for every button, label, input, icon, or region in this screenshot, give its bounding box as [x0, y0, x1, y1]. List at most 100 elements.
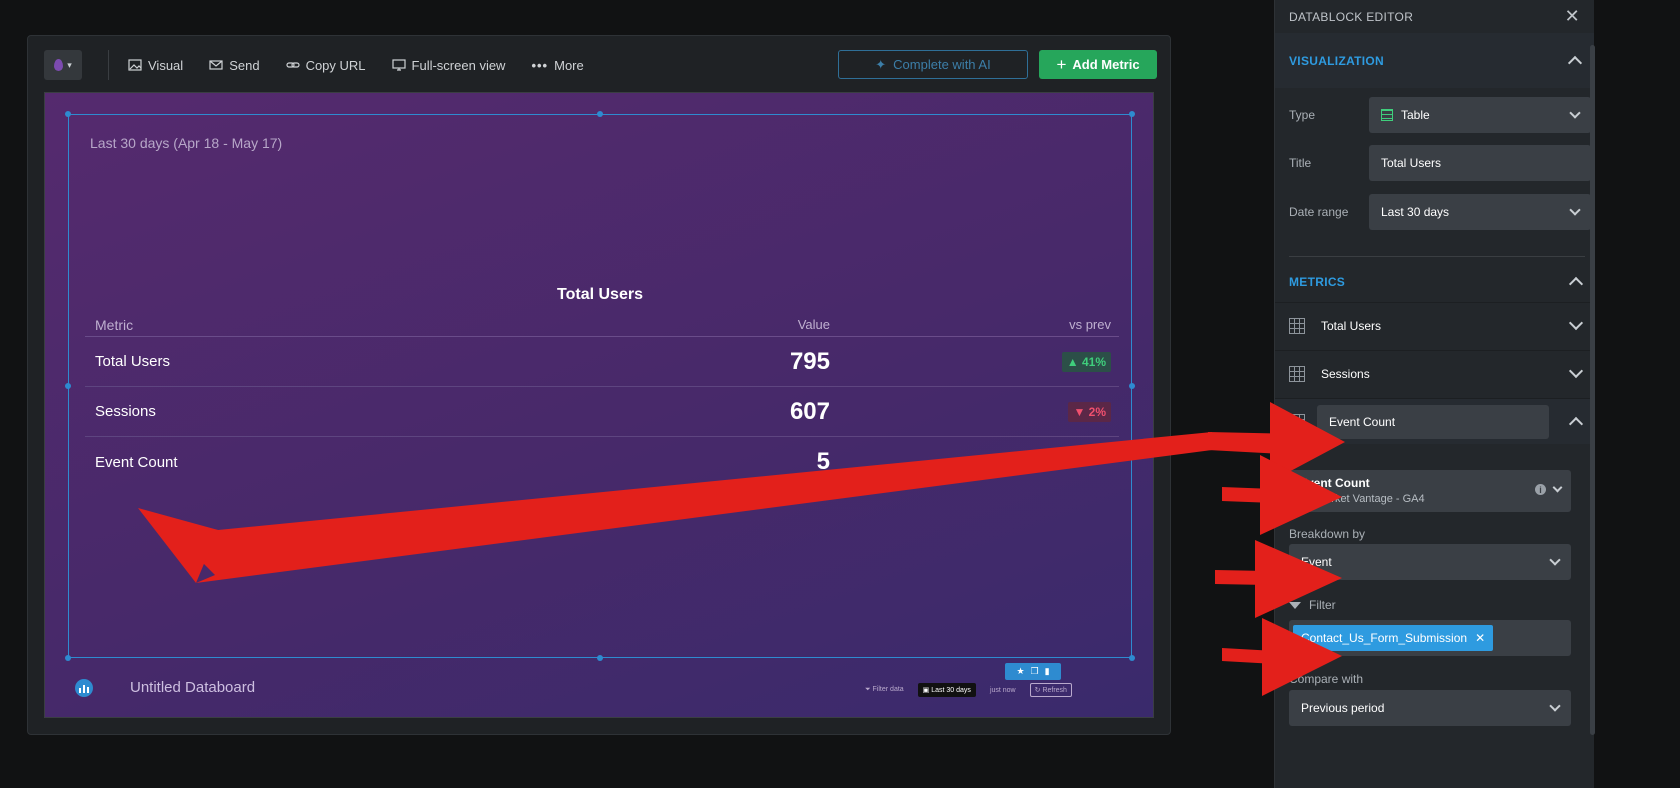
close-icon[interactable]: ✕	[1475, 631, 1485, 645]
metric-item-sessions[interactable]: Sessions	[1275, 350, 1595, 396]
chevron-up-icon[interactable]	[1568, 416, 1584, 432]
copy-icon[interactable]: ❐	[1031, 666, 1039, 677]
metric-item-label: Sessions	[1321, 366, 1370, 381]
panel-header: DATABLOCK EDITOR ✕	[1275, 0, 1594, 33]
chevron-up-icon	[1567, 55, 1583, 71]
footer-status-bar: ⏷ Filter data ▣ Last 30 days just now ↻ …	[865, 683, 1072, 697]
metric-name-input[interactable]: Event Count	[1317, 404, 1549, 439]
info-icon[interactable]: i	[1535, 484, 1546, 495]
row-metric: Event Count	[95, 453, 178, 471]
row-metric: Sessions	[95, 403, 156, 420]
monitor-icon	[391, 59, 406, 71]
copy-url-button[interactable]: Copy URL	[285, 57, 366, 73]
type-label: Type	[1289, 108, 1316, 122]
theme-dropdown-button[interactable]: ▾	[44, 50, 82, 80]
editor-frame: ▾ Visual Send Copy URL Full-screen view …	[27, 35, 1171, 735]
row-value: 607	[789, 397, 830, 425]
send-button[interactable]: Send	[209, 57, 260, 73]
title-field: Title Total Users	[1289, 145, 1591, 181]
table-row: Sessions 607 ▼ 2%	[85, 387, 1119, 437]
column-header-value: Value	[797, 317, 830, 332]
toolbar: ▾ Visual Send Copy URL Full-screen view …	[28, 36, 1170, 94]
compare-select[interactable]: Previous period	[1289, 690, 1571, 726]
annotation-arrow-shaft-breakdown	[1215, 570, 1268, 585]
filter-icon	[1289, 601, 1301, 609]
resize-handle[interactable]	[1129, 111, 1135, 117]
resize-handle[interactable]	[65, 383, 71, 389]
google-analytics-icon	[1299, 493, 1311, 505]
section-metrics[interactable]: METRICS	[1275, 254, 1595, 309]
filter-chip-label: Contact_Us_Form_Submission	[1301, 631, 1468, 645]
updated-text: just now	[989, 686, 1016, 694]
board-footer: Untitled Databoard ★ ❐ ▮ ⏷ Filter data ▣…	[45, 659, 1153, 717]
add-metric-button[interactable]: + Add Metric	[1039, 50, 1157, 79]
filter-chip[interactable]: Contact_Us_Form_Submission ✕	[1293, 625, 1494, 651]
filter-box[interactable]: Contact_Us_Form_Submission ✕	[1289, 620, 1571, 656]
chevron-down-icon	[1568, 315, 1584, 331]
link-icon	[285, 62, 300, 68]
more-label: More	[554, 57, 584, 73]
widget-date-caption: Last 30 days (Apr 18 - May 17)	[90, 135, 283, 151]
filter-data-link[interactable]: ⏷ Filter data	[865, 686, 904, 694]
metric-item-label: Total Users	[1321, 318, 1382, 333]
send-label: Send	[229, 57, 260, 73]
metric-item-event-count[interactable]: Event Count	[1275, 398, 1595, 444]
table-row: Total Users 795 ▲ 41%	[85, 337, 1119, 387]
type-value: Table	[1401, 108, 1430, 122]
copy-url-label: Copy URL	[305, 57, 366, 73]
refresh-label: Refresh	[1042, 687, 1067, 694]
chevron-down-icon: ▾	[67, 59, 72, 70]
databox-logo-icon	[75, 679, 93, 697]
resize-handle[interactable]	[597, 111, 603, 117]
annotation-arrow-shaft-source	[1222, 487, 1276, 503]
grid-icon	[1289, 413, 1305, 430]
fullscreen-button[interactable]: Full-screen view	[391, 58, 505, 73]
breakdown-value: Event	[1301, 555, 1332, 569]
filter-heading: Filter	[1289, 598, 1336, 612]
more-button[interactable]: ••• More	[531, 58, 583, 73]
trash-icon[interactable]: ▮	[1045, 666, 1050, 677]
panel-scrollbar[interactable]	[1590, 45, 1595, 735]
star-icon[interactable]: ★	[1016, 666, 1024, 677]
complete-with-ai-button[interactable]: ✦ Complete with AI	[838, 50, 1028, 79]
title-value: Total Users	[1381, 156, 1442, 170]
grid-icon	[1289, 365, 1305, 382]
chevron-down-icon	[1569, 106, 1581, 119]
refresh-button[interactable]: ↻ Refresh	[1029, 683, 1072, 697]
metric-item-total-users[interactable]: Total Users	[1275, 302, 1595, 348]
section-visualization[interactable]: VISUALIZATION	[1275, 33, 1594, 88]
board-canvas: Last 30 days (Apr 18 - May 17) Total Use…	[44, 92, 1154, 718]
visual-label: Visual	[148, 57, 184, 73]
widget-mini-toolbar: ★ ❐ ▮	[1005, 663, 1061, 680]
column-header-metric: Metric	[95, 316, 134, 333]
visual-button[interactable]: Visual	[128, 58, 183, 73]
chevron-down-icon	[1552, 482, 1563, 492]
metric-source-select[interactable]: Event Count Market Vantage - GA4 i	[1289, 470, 1571, 512]
section-metrics-title: METRICS	[1289, 274, 1346, 289]
close-icon[interactable]: ✕	[1565, 6, 1580, 27]
sparkle-icon: ✦	[875, 56, 887, 72]
row-metric: Total Users	[95, 353, 171, 370]
date-range-select[interactable]: Last 30 days	[1369, 194, 1591, 230]
board-name[interactable]: Untitled Databoard	[130, 679, 255, 696]
toolbar-divider	[108, 50, 109, 80]
add-metric-label: Add Metric	[1072, 57, 1140, 72]
compare-label: Compare with	[1289, 672, 1364, 686]
date-range-field: Date range Last 30 days	[1289, 194, 1591, 230]
resize-handle[interactable]	[65, 111, 71, 117]
resize-handle[interactable]	[1129, 383, 1135, 389]
filter-data-label: Filter data	[872, 686, 904, 693]
toolbar-actions: Visual Send Copy URL Full-screen view ••…	[128, 36, 584, 94]
filter-label: Filter	[1309, 598, 1336, 612]
section-visualization-title: VISUALIZATION	[1289, 53, 1385, 68]
type-select[interactable]: Table	[1369, 97, 1591, 133]
envelope-icon	[209, 60, 223, 70]
annotation-arrow-shaft-filter	[1222, 648, 1275, 664]
widget-title: Total Users	[557, 286, 643, 303]
chevron-down-icon	[1568, 363, 1584, 379]
datablock-editor-panel: DATABLOCK EDITOR ✕ VISUALIZATION Type Ta…	[1274, 0, 1595, 788]
breakdown-select[interactable]: Event	[1289, 544, 1571, 580]
footer-date-button[interactable]: ▣ Last 30 days	[917, 683, 976, 697]
chevron-down-icon	[1549, 699, 1561, 712]
title-input[interactable]: Total Users	[1369, 145, 1591, 181]
